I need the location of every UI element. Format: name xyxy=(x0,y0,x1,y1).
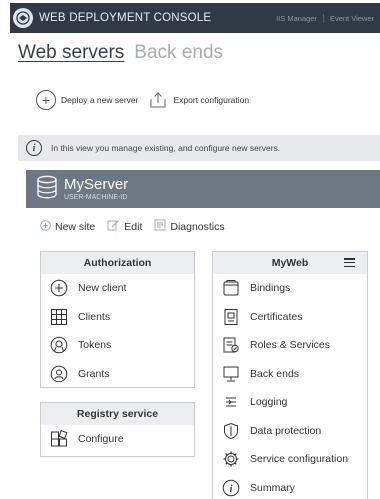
app-title: WEB DEPLOYMENT CONSOLE xyxy=(39,12,212,24)
server-machine-id: USER-MACHINE-ID xyxy=(64,194,128,201)
roles-services-item[interactable]: Roles & Services xyxy=(213,331,367,360)
grant-icon xyxy=(49,364,69,384)
logging-icon xyxy=(221,392,241,412)
edit-label: Edit xyxy=(124,220,143,233)
new-client-label: New client xyxy=(78,282,127,295)
tokens-label: Tokens xyxy=(78,339,112,352)
configure-label: Configure xyxy=(78,433,124,446)
tab-web-servers[interactable]: Web servers xyxy=(18,42,124,64)
edit-button[interactable]: Edit xyxy=(107,219,142,234)
deploy-server-label: Deploy a new server xyxy=(61,95,139,105)
export-icon xyxy=(148,90,168,110)
new-client-item[interactable]: New client xyxy=(41,274,194,303)
registry-service-title: Registry service xyxy=(41,403,194,425)
info-icon: i xyxy=(26,140,42,156)
authorization-title: Authorization xyxy=(41,252,194,274)
roles-services-label: Roles & Services xyxy=(250,339,330,352)
summary-label: Summary xyxy=(250,481,295,494)
authorization-panel: Authorization New client Clients Tokens … xyxy=(40,251,195,388)
main-toolbar: + Deploy a new server Export configurati… xyxy=(36,90,249,110)
clients-label: Clients xyxy=(78,310,111,323)
configure-icon xyxy=(49,429,69,449)
bindings-label: Bindings xyxy=(250,282,291,295)
registry-service-panel: Registry service Configure xyxy=(40,402,195,457)
info-banner: i In this view you manage existing, and … xyxy=(18,135,380,161)
certificates-label: Certificates xyxy=(250,310,303,323)
info-icon: i xyxy=(221,478,241,498)
configure-item[interactable]: Configure xyxy=(41,425,194,454)
diagnostics-button[interactable]: Diagnostics xyxy=(154,219,225,234)
gear-icon xyxy=(221,449,241,469)
summary-item[interactable]: i Summary xyxy=(213,474,367,499)
bindings-item[interactable]: Bindings xyxy=(213,274,367,303)
plus-circle-icon xyxy=(49,278,69,298)
export-configuration-button[interactable]: Export configuration xyxy=(148,90,249,110)
certificates-item[interactable]: Certificates xyxy=(213,303,367,332)
logging-item[interactable]: Logging xyxy=(213,388,367,417)
svg-text:i: i xyxy=(230,484,233,495)
add-icon xyxy=(40,219,51,234)
bindings-icon xyxy=(221,278,241,298)
myweb-title: MyWeb xyxy=(271,257,309,269)
certificate-icon xyxy=(221,307,241,327)
server-header[interactable]: MyServer USER-MACHINE-ID xyxy=(26,170,380,208)
new-site-button[interactable]: New site xyxy=(40,219,96,234)
service-configuration-item[interactable]: Service configuration xyxy=(213,445,367,474)
grid-icon xyxy=(49,307,69,327)
title-bar: WEB DEPLOYMENT CONSOLE IIS Manager Event… xyxy=(10,3,380,33)
grants-label: Grants xyxy=(78,367,110,380)
database-icon xyxy=(36,175,58,204)
diagnostics-icon xyxy=(154,219,166,234)
data-protection-item[interactable]: Data protection xyxy=(213,417,367,446)
info-text: In this view you manage existing, and co… xyxy=(51,143,281,153)
shield-icon xyxy=(221,421,241,441)
grants-item[interactable]: Grants xyxy=(41,360,194,389)
roles-icon xyxy=(221,335,241,355)
tokens-item[interactable]: Tokens xyxy=(41,331,194,360)
myweb-header: MyWeb xyxy=(213,252,367,274)
clients-item[interactable]: Clients xyxy=(41,303,194,332)
server-actions: New site Edit Diagnostics xyxy=(40,219,237,234)
back-ends-item[interactable]: Back ends xyxy=(213,360,367,389)
diagnostics-label: Diagnostics xyxy=(170,220,225,233)
deploy-server-button[interactable]: + Deploy a new server xyxy=(36,90,138,110)
new-site-label: New site xyxy=(55,220,96,233)
hamburger-menu-icon[interactable] xyxy=(344,258,355,269)
iis-manager-link[interactable]: IIS Manager xyxy=(270,14,323,23)
logging-label: Logging xyxy=(250,396,288,409)
edit-icon xyxy=(107,219,120,234)
back-ends-label: Back ends xyxy=(250,367,300,380)
data-protection-label: Data protection xyxy=(250,424,322,437)
app-logo-icon xyxy=(13,8,33,28)
view-tabs: Web servers Back ends xyxy=(18,42,223,64)
server-name: MyServer xyxy=(64,176,129,193)
tab-back-ends[interactable]: Back ends xyxy=(134,42,223,64)
plus-circle-icon: + xyxy=(36,90,56,110)
export-configuration-label: Export configuration xyxy=(173,95,250,105)
event-viewer-link[interactable]: Event Viewer xyxy=(322,13,380,23)
service-configuration-label: Service configuration xyxy=(250,453,349,466)
token-icon xyxy=(49,335,69,355)
myweb-panel: MyWeb Bindings Certificates Roles & Serv… xyxy=(212,251,368,499)
backends-icon xyxy=(221,364,241,384)
